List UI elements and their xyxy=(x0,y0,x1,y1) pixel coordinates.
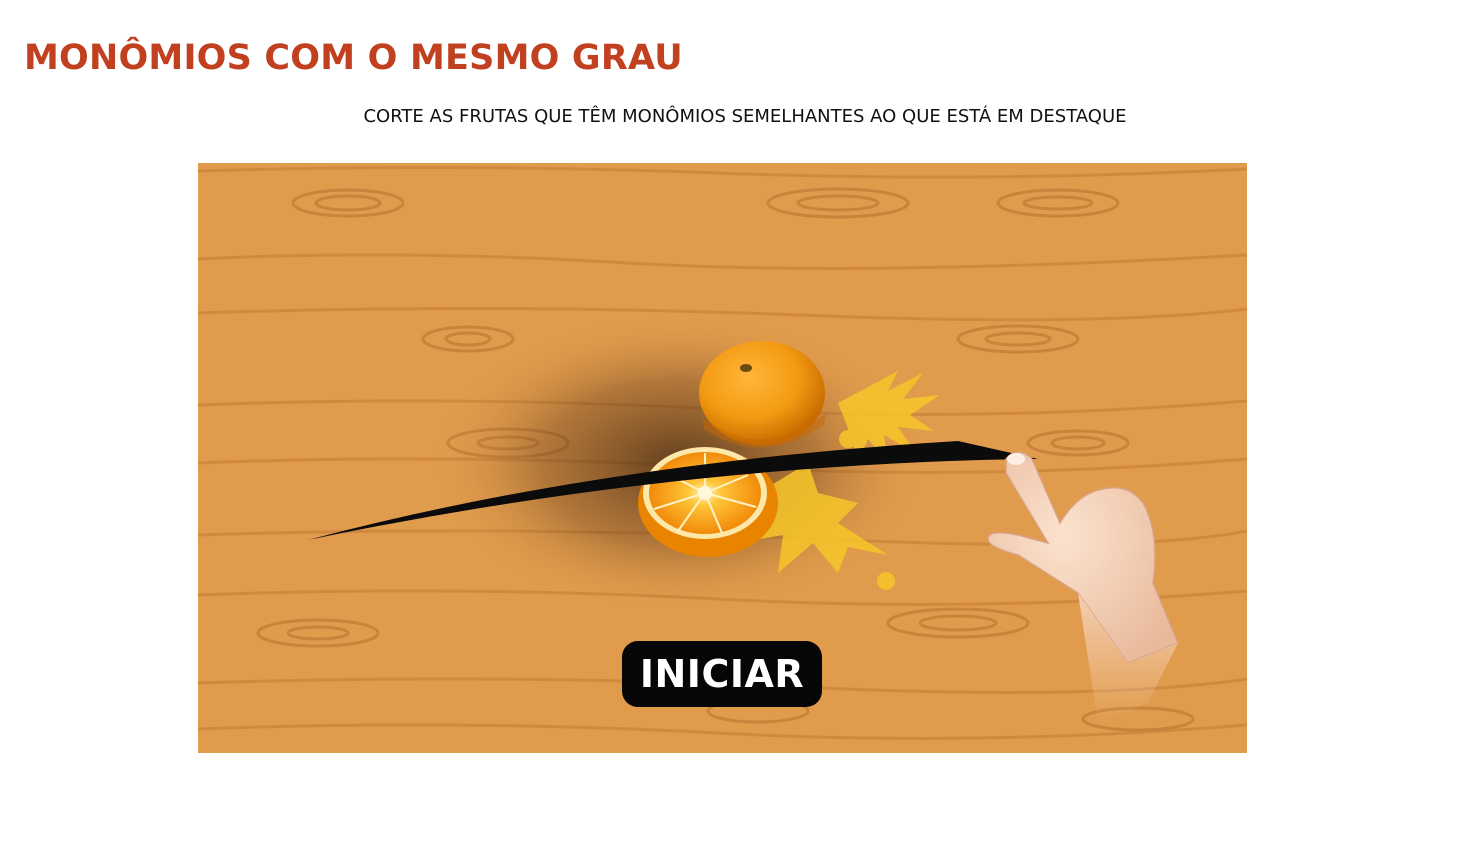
game-stage[interactable]: INICIAR xyxy=(198,163,1247,753)
page: MONÔMIOS COM O MESMO GRAU CORTE AS FRUTA… xyxy=(0,0,1460,850)
start-button[interactable]: INICIAR xyxy=(622,641,822,707)
page-title: MONÔMIOS COM O MESMO GRAU xyxy=(24,38,683,78)
instruction-text: CORTE AS FRUTAS QUE TÊM MONÔMIOS SEMELHA… xyxy=(363,106,1127,127)
